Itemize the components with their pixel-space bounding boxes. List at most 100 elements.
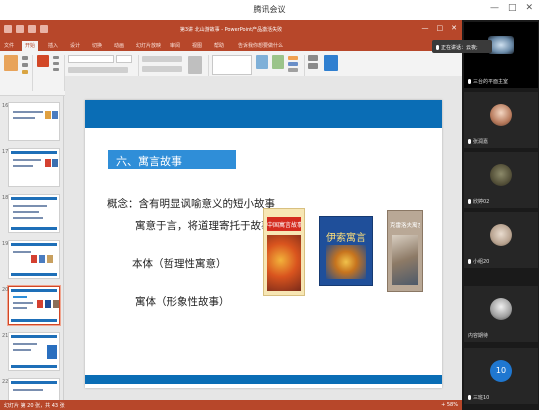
font-style-buttons[interactable]	[68, 67, 128, 73]
tab-file[interactable]: 文件	[4, 42, 14, 49]
slide-top-bar	[85, 100, 442, 128]
participant-name: 张润嘉	[468, 138, 488, 145]
replace-icon[interactable]	[308, 63, 318, 69]
ribbon-tabs: 文件 开始 插入 设计 切换 动画 幻灯片放映 审阅 视图 帮助 告诉我你想要做…	[0, 40, 462, 51]
slide-number: 16	[2, 103, 9, 109]
slide-thumbnail[interactable]: 22	[2, 378, 60, 400]
window-title: 腾讯会议	[253, 5, 286, 14]
book-illustration	[392, 235, 418, 285]
cut-icon[interactable]	[22, 56, 28, 60]
participant-name: 欣婷02	[468, 198, 489, 205]
paragraph-list-buttons[interactable]	[142, 56, 182, 62]
shape-fill-icon[interactable]	[288, 56, 298, 60]
participant-name: 内容期待	[468, 333, 489, 339]
mic-icon	[468, 79, 471, 84]
participant-tile[interactable]: 内容期待	[464, 286, 538, 342]
slide-thumbnail[interactable]: 18	[2, 194, 60, 233]
mic-icon	[468, 199, 471, 204]
participant-tile[interactable]: 欣婷02	[464, 152, 538, 208]
meeting-titlebar: 腾讯会议 — □ ✕	[0, 0, 539, 20]
slide-number: 18	[2, 195, 9, 201]
slide-number: 19	[2, 241, 9, 247]
font-name-select[interactable]	[68, 55, 114, 63]
participant-avatar	[490, 224, 512, 246]
shape-effects-icon[interactable]	[288, 68, 298, 72]
ppt-document-title: 第3讲 北山游故事 - PowerPoint产品激活失败	[179, 27, 283, 33]
ppt-statusbar: 幻灯片 第 20 张，共 43 张 + 58%	[0, 400, 462, 410]
participant-avatar	[490, 104, 512, 126]
ppt-maximize-button[interactable]: □	[437, 24, 444, 32]
section-icon[interactable]	[53, 68, 59, 71]
tab-home[interactable]: 开始	[22, 41, 39, 51]
arrange-icon[interactable]	[256, 55, 268, 69]
copy-icon[interactable]	[22, 63, 28, 67]
alignment-buttons[interactable]	[142, 66, 182, 72]
ppt-titlebar: 第3讲 北山游故事 - PowerPoint产品激活失败 — □ ✕	[0, 20, 462, 40]
tab-review[interactable]: 审阅	[170, 42, 180, 49]
reset-icon[interactable]	[53, 62, 59, 65]
tab-view[interactable]: 视图	[192, 42, 202, 49]
find-icon[interactable]	[308, 55, 318, 61]
minimize-button[interactable]: —	[490, 3, 499, 13]
new-slide-icon[interactable]	[37, 55, 49, 67]
tab-help[interactable]: 帮助	[214, 42, 224, 49]
participant-tile[interactable]: 张润嘉	[464, 92, 538, 148]
shapes-gallery[interactable]	[212, 55, 252, 75]
ppt-minimize-button[interactable]: —	[422, 24, 429, 32]
slide-thumbnail-selected[interactable]: 20	[2, 286, 60, 325]
slide-thumbnail[interactable]: 19	[2, 240, 60, 279]
format-painter-icon[interactable]	[22, 70, 28, 74]
participant-name: 三班10	[468, 394, 489, 401]
participant-tile[interactable]: 小组20	[464, 212, 538, 268]
slide-number: 22	[2, 379, 9, 385]
current-slide[interactable]: 六、寓言故事 概念：含有明显讽喻意义的短小故事 寓意于言，将道理寄托于故事 本体…	[85, 100, 442, 388]
book-cover-image: 克雷洛夫寓言	[387, 210, 423, 292]
book-title: 伊索寓言	[326, 233, 366, 244]
close-button[interactable]: ✕	[525, 3, 533, 13]
designer-icon[interactable]	[324, 55, 338, 71]
maximize-button[interactable]: □	[508, 3, 517, 13]
slide-thumbnail-pane: 16 17 18 19 20 21 22	[0, 96, 64, 400]
mic-icon	[436, 45, 439, 50]
mic-icon	[468, 139, 471, 144]
quick-styles-icon[interactable]	[272, 55, 284, 69]
slide-text-line: 概念：含有明显讽喻意义的短小故事	[107, 198, 275, 210]
book-illustration	[326, 245, 366, 279]
window-controls: — □ ✕	[490, 3, 533, 13]
participant-name: 三台的平面主室	[468, 78, 508, 85]
tab-insert[interactable]: 插入	[48, 42, 58, 49]
slide-thumbnail[interactable]: 21	[2, 332, 60, 371]
font-size-select[interactable]	[116, 55, 132, 63]
ppt-window-controls: — □ ✕	[422, 24, 458, 32]
participant-avatar: 10	[490, 360, 512, 382]
ppt-close-button[interactable]: ✕	[451, 24, 457, 32]
text-direction-icon[interactable]	[188, 56, 202, 74]
zoom-level[interactable]: + 58%	[441, 402, 458, 408]
mic-icon	[468, 395, 471, 400]
participant-avatar	[490, 298, 512, 320]
slide-number: 17	[2, 149, 9, 155]
book-illustration	[267, 235, 301, 291]
slide-thumbnail[interactable]: 17	[2, 148, 60, 187]
tab-slideshow[interactable]: 幻灯片放映	[136, 42, 161, 49]
slide-text-line: 寓体（形象性故事）	[135, 296, 230, 308]
tab-design[interactable]: 设计	[70, 42, 80, 49]
slide-thumbnail[interactable]: 16	[2, 102, 60, 141]
tell-me-search[interactable]: 告诉我你想要做什么	[238, 42, 283, 49]
participant-video-tile[interactable]: 三台的平面主室	[464, 22, 538, 88]
tab-transitions[interactable]: 切换	[92, 42, 102, 49]
slide-text-line: 本体（哲理性寓意）	[132, 258, 227, 270]
mic-icon	[468, 259, 471, 264]
paste-icon[interactable]	[4, 55, 18, 71]
slide-section-title: 六、寓言故事	[108, 150, 236, 169]
shape-outline-icon[interactable]	[288, 62, 298, 66]
participant-tile[interactable]: 10 三班10	[464, 348, 538, 404]
slide-number: 21	[2, 333, 9, 339]
slide-bottom-bar	[85, 375, 442, 384]
slide-status: 幻灯片 第 20 张，共 43 张	[4, 403, 65, 409]
speaking-indicator: 正在讲话：云夜;	[432, 40, 492, 53]
layout-icon[interactable]	[53, 56, 59, 59]
screen: 腾讯会议 — □ ✕ 第3讲 北山游故事 - PowerPoint产品激活失败 …	[0, 0, 539, 410]
tab-animations[interactable]: 动画	[114, 42, 124, 49]
participant-name: 小组20	[468, 258, 489, 265]
